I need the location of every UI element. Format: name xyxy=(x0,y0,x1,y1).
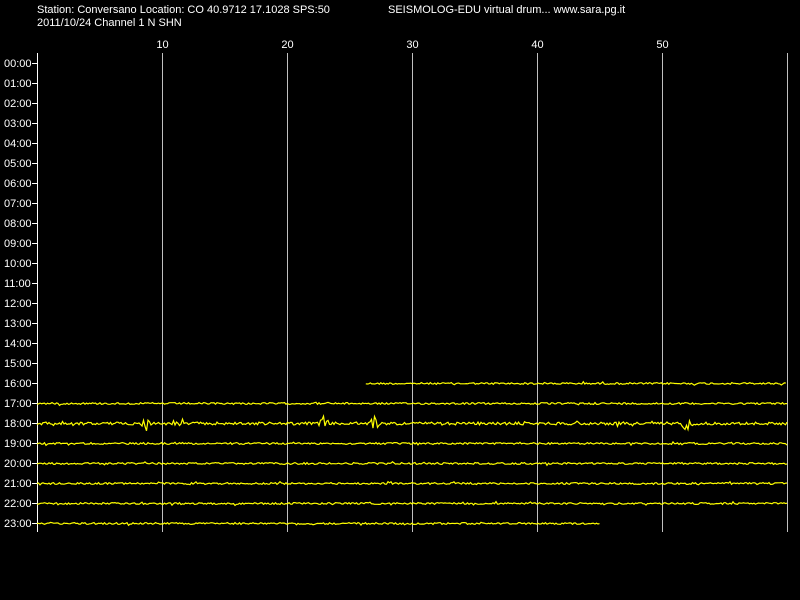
y-tick-label-0400: 04:00 xyxy=(4,138,32,150)
trace-2300 xyxy=(36,521,600,527)
y-tick-label-0100: 01:00 xyxy=(4,78,32,90)
y-tick-label-1700: 17:00 xyxy=(4,398,32,410)
y-tick-label-1500: 15:00 xyxy=(4,358,32,370)
y-tick-label-2100: 21:00 xyxy=(4,478,32,490)
y-tick-label-1900: 19:00 xyxy=(4,438,32,450)
y-tick-label-0000: 00:00 xyxy=(4,58,32,70)
x-tick-label-30: 30 xyxy=(406,39,418,51)
y-tick-label-1000: 10:00 xyxy=(4,258,32,270)
y-tick-label-2200: 22:00 xyxy=(4,498,32,510)
y-tick-label-2300: 23:00 xyxy=(4,518,32,530)
y-tick-label-1100: 11:00 xyxy=(4,278,31,290)
y-tick-label-0200: 02:00 xyxy=(4,98,32,110)
y-tick-label-1800: 18:00 xyxy=(4,418,32,430)
y-tick-label-0600: 06:00 xyxy=(4,178,32,190)
y-tick-label-0700: 07:00 xyxy=(4,198,32,210)
x-tick-label-50: 50 xyxy=(656,39,668,51)
x-tick-label-10: 10 xyxy=(156,39,168,51)
y-tick-label-0500: 05:00 xyxy=(4,158,32,170)
y-tick-label-1400: 14:00 xyxy=(4,338,32,350)
trace-1600 xyxy=(365,380,786,386)
grid-layer xyxy=(32,53,788,532)
x-tick-label-20: 20 xyxy=(281,39,293,51)
x-tick-label-40: 40 xyxy=(531,39,543,51)
y-tick-label-1300: 13:00 xyxy=(4,318,32,330)
y-tick-label-0900: 09:00 xyxy=(4,238,32,250)
y-tick-label-0800: 08:00 xyxy=(4,218,32,230)
y-tick-label-1200: 12:00 xyxy=(4,298,32,310)
y-tick-label-0300: 03:00 xyxy=(4,118,32,130)
tick-labels: 10 20 30 40 50 00:00 01:00 02:00 03:00 04:00 05:00… xyxy=(4,39,669,530)
y-tick-label-2000: 20:00 xyxy=(4,458,32,470)
seismic-drum-chart: 10 20 30 40 50 00:00 01:00 02:00 03:00 04:00 05:00… xyxy=(4,39,788,532)
y-tick-label-1600: 16:00 xyxy=(4,378,32,390)
